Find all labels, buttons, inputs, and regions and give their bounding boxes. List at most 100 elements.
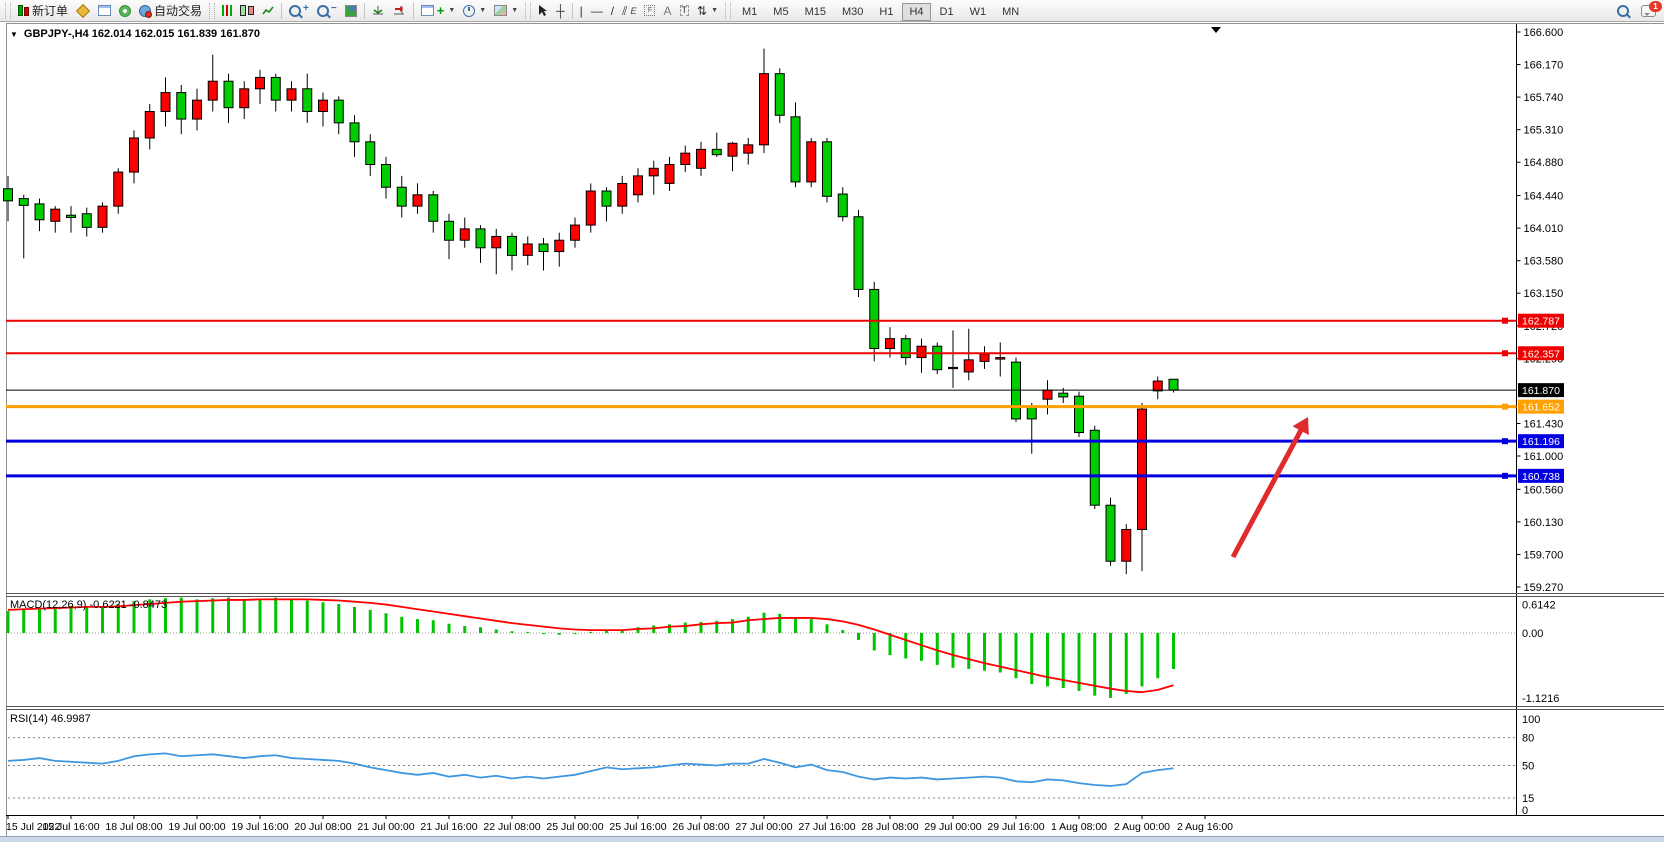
vertical-line-tool-button[interactable]: |	[576, 2, 587, 20]
line-handle[interactable]	[1502, 404, 1508, 410]
svg-text:162.357: 162.357	[1522, 348, 1560, 360]
horizontal-line-tool-button[interactable]: —	[587, 2, 607, 20]
timeframe-h1[interactable]: H1	[872, 3, 900, 21]
svg-text:163.580: 163.580	[1524, 256, 1564, 268]
price-axis[interactable]: 166.600166.170165.740165.310164.880164.4…	[1517, 27, 1564, 594]
svg-text:159.700: 159.700	[1524, 549, 1564, 561]
candle-body	[618, 183, 627, 206]
svg-text:27 Jul 00:00: 27 Jul 00:00	[735, 821, 792, 833]
timeframe-h4[interactable]: H4	[902, 3, 930, 21]
window-bottom-edge	[0, 836, 1664, 842]
toolbar-grip[interactable]	[725, 3, 731, 19]
price-axis-badge: 162.357	[1518, 346, 1564, 360]
text-tool-button[interactable]: A	[659, 2, 675, 20]
svg-text:19 Jul 00:00: 19 Jul 00:00	[168, 821, 225, 833]
tile-windows-button[interactable]	[341, 2, 361, 20]
chart-window[interactable]: 166.600166.170165.740165.310164.880164.4…	[0, 22, 1664, 842]
chart-shift-button[interactable]	[389, 2, 410, 20]
price-axis-badge: 162.787	[1518, 314, 1564, 328]
timeframe-m30[interactable]: M30	[835, 3, 870, 21]
toolbar-grip[interactable]	[525, 3, 531, 19]
macd-bar	[511, 631, 514, 633]
arrows-tool-button[interactable]: ⇅▼	[693, 2, 722, 20]
svg-text:80: 80	[1522, 733, 1534, 745]
macd-bar	[432, 620, 435, 633]
macd-bar	[479, 627, 482, 633]
macd-bar	[873, 633, 876, 650]
bar-chart-mode-button[interactable]	[218, 2, 236, 20]
macd-bar	[952, 633, 955, 668]
macd-bar	[684, 623, 687, 633]
svg-text:1 Aug 08:00: 1 Aug 08:00	[1051, 821, 1107, 833]
line-chart-mode-button[interactable]	[258, 2, 278, 20]
market-watch-button[interactable]	[72, 2, 94, 20]
macd-bar	[1172, 633, 1175, 669]
macd-bar	[1015, 633, 1018, 678]
crosshair-tool-button[interactable]: ┼	[552, 2, 569, 20]
equidistant-channel-tool-button[interactable]: ⫽E	[618, 2, 640, 20]
macd-bar	[259, 599, 262, 633]
candle-body	[665, 165, 674, 184]
svg-text:50: 50	[1522, 761, 1534, 773]
timeframe-m1[interactable]: M1	[735, 3, 764, 21]
svg-text:161.652: 161.652	[1522, 402, 1560, 414]
chart-expander-icon[interactable]: ▼	[10, 30, 18, 39]
line-handle[interactable]	[1502, 473, 1508, 479]
timeframe-m5[interactable]: M5	[766, 3, 795, 21]
timeframe-d1[interactable]: D1	[933, 3, 961, 21]
trend-arrow-annotation[interactable]	[1233, 426, 1303, 557]
price-chart[interactable]: 166.600166.170165.740165.310164.880164.4…	[0, 22, 1664, 842]
zoom-out-button[interactable]: −	[313, 2, 341, 20]
chevron-down-icon: ▼	[448, 7, 455, 14]
candle-body	[98, 206, 107, 227]
macd-bar	[574, 633, 577, 634]
cursor-tool-button[interactable]	[534, 2, 552, 20]
candle-chart-mode-button[interactable]	[236, 2, 258, 20]
line-handle[interactable]	[1502, 318, 1508, 324]
chart-shift-marker[interactable]	[1211, 27, 1221, 33]
timeframe-w1[interactable]: W1	[963, 3, 994, 21]
macd-bar	[763, 613, 766, 633]
svg-text:19 Jul 16:00: 19 Jul 16:00	[231, 821, 288, 833]
svg-text:161.196: 161.196	[1522, 436, 1560, 448]
candle-body	[1043, 390, 1052, 399]
line-handle[interactable]	[1502, 350, 1508, 356]
zoom-out-icon	[317, 5, 329, 17]
vertical-line-icon: |	[580, 5, 583, 17]
macd-bar	[857, 633, 860, 640]
macd-bar	[306, 601, 309, 633]
macd-bar	[274, 598, 277, 633]
macd-bar	[889, 633, 892, 655]
data-window-button[interactable]	[94, 2, 115, 20]
templates-button[interactable]: ▼	[490, 2, 522, 20]
signals-button[interactable]	[115, 2, 135, 20]
trendline-tool-button[interactable]: /	[607, 2, 618, 20]
zoom-in-button[interactable]: +	[285, 2, 313, 20]
time-axis[interactable]: 15 Jul 202215 Jul 16:0018 Jul 08:0019 Ju…	[6, 816, 1233, 834]
svg-text:22 Jul 08:00: 22 Jul 08:00	[483, 821, 540, 833]
line-handle[interactable]	[1502, 438, 1508, 444]
timeframe-m15[interactable]: M15	[798, 3, 833, 21]
macd-indicator-label: MACD(12,26,9) -0.6221 -0.8473	[10, 599, 167, 611]
notifications-icon[interactable]: 1	[1641, 5, 1656, 17]
macd-bar	[22, 610, 25, 633]
periods-button[interactable]: ▼	[459, 2, 490, 20]
autotrading-button[interactable]: 自动交易	[135, 2, 206, 20]
fibonacci-tool-button[interactable]: F	[640, 2, 659, 20]
text-label-tool-button[interactable]: T	[676, 2, 694, 20]
new-order-button[interactable]: 新订单	[14, 2, 72, 20]
toolbar-grip[interactable]	[209, 3, 215, 19]
macd-bar	[826, 624, 829, 633]
svg-text:25 Jul 00:00: 25 Jul 00:00	[546, 821, 603, 833]
candle-body	[429, 195, 438, 222]
macd-bar	[180, 598, 183, 633]
search-icon[interactable]	[1617, 5, 1629, 17]
candle-body	[35, 204, 44, 220]
auto-scroll-button[interactable]	[368, 2, 389, 20]
macd-bar	[1125, 633, 1128, 694]
candle-body	[949, 367, 958, 368]
timeframe-mn[interactable]: MN	[995, 3, 1026, 21]
add-indicator-button[interactable]: +▼	[417, 2, 460, 20]
toolbar-separator	[281, 3, 282, 19]
toolbar-grip[interactable]	[5, 3, 11, 19]
